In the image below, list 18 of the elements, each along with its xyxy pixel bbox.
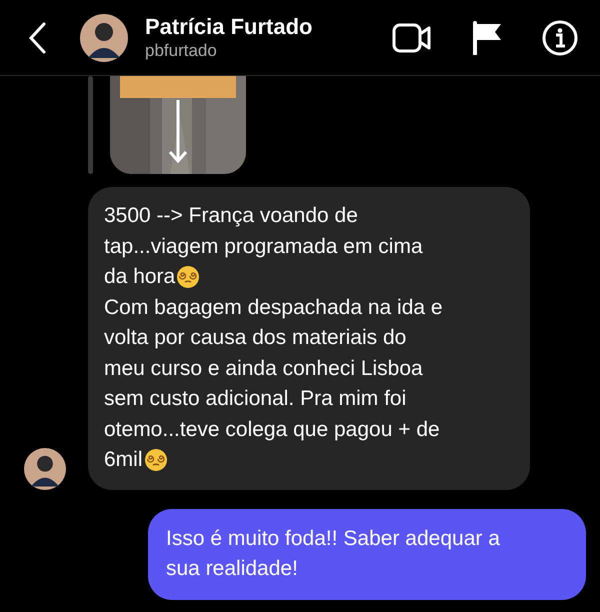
message-text: meu curso e ainda conheci Lisboa xyxy=(104,356,423,382)
message-text: tap...viagem programada em cima xyxy=(104,234,423,260)
info-icon[interactable] xyxy=(542,20,578,56)
message-text: Isso é muito foda!! Saber adequar a xyxy=(166,526,500,552)
message-text: sua realidade! xyxy=(166,556,298,582)
message-text: 3500 --> França voando de xyxy=(104,203,358,230)
flag-icon[interactable] xyxy=(472,20,502,54)
back-icon[interactable] xyxy=(26,20,48,54)
video-call-icon[interactable] xyxy=(392,22,432,52)
contact-name: Patrícia Furtado xyxy=(145,14,314,40)
message-text: otemo...teve colega que pagou + de xyxy=(104,416,440,443)
message-text: da hora xyxy=(104,264,176,290)
message-text: sem custo adicional. Pra mim foi xyxy=(104,386,406,412)
avatar[interactable] xyxy=(80,14,128,62)
message-text: 6mil xyxy=(104,447,143,474)
message-text: volta por causa dos materiais do xyxy=(104,325,406,352)
message-text: Com bagagem despachada na ida e xyxy=(104,294,443,321)
contact-username: pbfurtado xyxy=(145,40,218,62)
